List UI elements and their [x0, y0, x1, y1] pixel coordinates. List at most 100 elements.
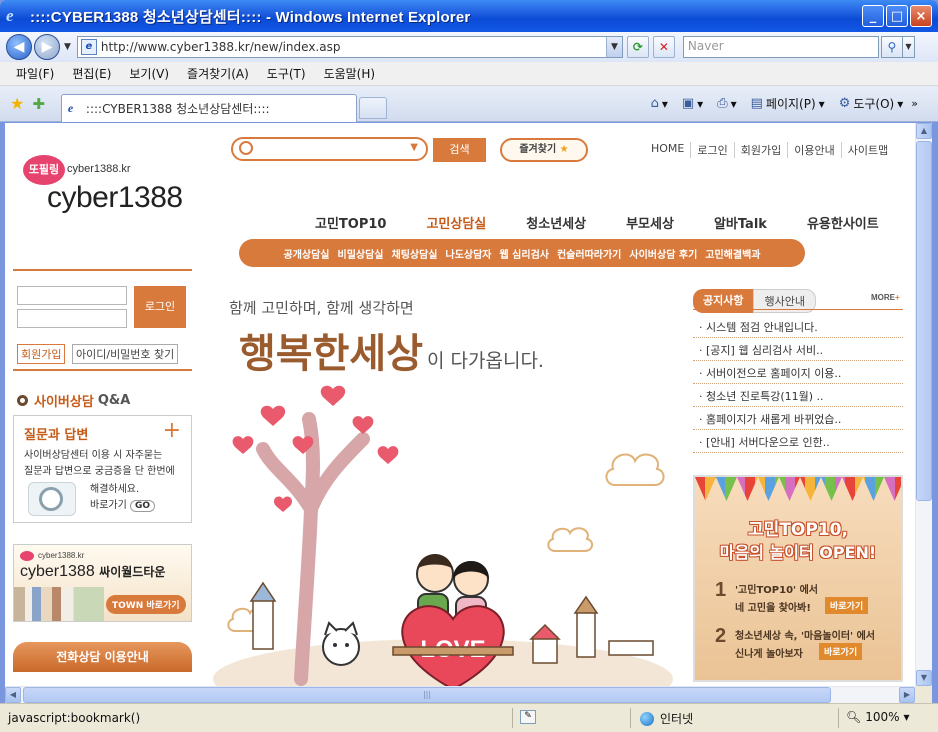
page-menu-button[interactable]: ▤ 페이지(P) ▾: [751, 95, 825, 112]
chevron-down-icon[interactable]: ▼: [410, 142, 418, 153]
password-input[interactable]: [17, 309, 127, 328]
history-dropdown-icon[interactable]: ▼: [64, 42, 71, 52]
list-item[interactable]: · 서버이전으로 홈페이지 이용..: [693, 361, 903, 384]
address-bar: ◀ ▶ ▼ e http://www.cyber1388.kr/new/inde…: [0, 32, 938, 62]
scroll-left-icon[interactable]: ◀: [5, 687, 21, 703]
add-favorites-icon[interactable]: ✚: [32, 95, 45, 113]
site-search-button[interactable]: 검색: [433, 138, 486, 162]
favorites-star-icon[interactable]: ★: [10, 94, 24, 113]
login-button[interactable]: 로그인: [134, 286, 186, 328]
menu-help[interactable]: 도움말(H): [324, 65, 376, 82]
qa-line2: 질문과 답변으로 궁금증을 단 한번에: [24, 466, 175, 477]
nav-useful-sites[interactable]: 유용한사이트: [807, 213, 879, 232]
menu-file[interactable]: 파일(F): [16, 65, 54, 82]
stop-button[interactable]: ✕: [652, 36, 675, 58]
notice-more-link[interactable]: MORE+: [871, 293, 900, 302]
banner-step1-button[interactable]: 바로가기: [825, 597, 869, 614]
util-login-link[interactable]: 로그인: [690, 142, 733, 158]
join-button[interactable]: 회원가입: [17, 344, 66, 364]
scroll-up-icon[interactable]: ▲: [916, 123, 932, 139]
subnav-solutions[interactable]: 고민해결백과: [705, 246, 760, 261]
subnav-reviews[interactable]: 사이버상담 후기: [629, 246, 697, 261]
top10-open-banner[interactable]: 고민TOP10, 마음의 놀이터 OPEN! 1 '고민TOP10' 에서 네 …: [693, 475, 903, 682]
nav-counseling[interactable]: 고민상담실: [426, 213, 486, 232]
browser-search-button[interactable]: ⚲: [880, 36, 903, 58]
qa-go-link[interactable]: 바로가기 GO: [90, 496, 156, 512]
tab-cyber1388[interactable]: e ::::CYBER1388 청소년상담센터::::: [60, 93, 357, 122]
security-zone[interactable]: 인터넷: [640, 710, 693, 727]
list-item[interactable]: · [공지] 웹 심리검사 서비..: [693, 338, 903, 361]
notice-title: [공지] 웹 심리검사 서비..: [706, 344, 824, 357]
util-join-link[interactable]: 회원가입: [733, 142, 787, 158]
util-home-link[interactable]: HOME: [651, 142, 690, 158]
util-guide-link[interactable]: 이용안내: [787, 142, 840, 158]
subnav-chat[interactable]: 채팅상담실: [392, 246, 438, 261]
qa-section-title: 사이버상담 Q&A: [17, 391, 130, 410]
url-field[interactable]: e http://www.cyber1388.kr/new/index.asp …: [76, 36, 623, 58]
find-account-button[interactable]: 아이디/비밀번호 찾기: [72, 344, 179, 364]
notice-list: · 시스템 점검 안내입니다. · [공지] 웹 심리검사 서비.. · 서버이…: [693, 315, 903, 453]
nav-parent-world[interactable]: 부모세상: [626, 213, 674, 232]
star-icon: ★: [559, 144, 569, 155]
subnav-follow-counselor[interactable]: 컨슬러따라가기: [557, 246, 621, 261]
feeds-button[interactable]: ▣ ▾: [682, 96, 703, 111]
vertical-scrollbar[interactable]: ▲ ▼: [915, 123, 932, 686]
page-icon: e: [80, 39, 97, 55]
search-provider-dropdown-icon[interactable]: ▼: [902, 36, 915, 58]
maximize-button[interactable]: □: [886, 5, 908, 27]
site-search-input[interactable]: ▼: [231, 137, 428, 161]
list-item[interactable]: · 시스템 점검 안내입니다.: [693, 315, 903, 338]
subnav-public[interactable]: 공개상담실: [284, 246, 330, 261]
print-button[interactable]: ⎙ ▾: [717, 96, 736, 111]
site-logo[interactable]: 또필링 cyber1388.kr cyber1388: [21, 155, 201, 225]
url-dropdown-icon[interactable]: ▼: [605, 37, 622, 57]
url-text[interactable]: http://www.cyber1388.kr/new/index.asp: [101, 40, 606, 54]
status-separator: [512, 708, 513, 728]
menu-view[interactable]: 보기(V): [129, 65, 169, 82]
zoom-control[interactable]: 🔍︎ 100% ▾: [846, 710, 910, 724]
browser-search-input[interactable]: Naver: [682, 36, 879, 58]
phone-counsel-button[interactable]: 전화상담 이용안내: [13, 642, 192, 672]
vertical-scroll-thumb[interactable]: [916, 141, 932, 501]
home-button[interactable]: ⌂ ▾: [651, 96, 668, 111]
plus-icon[interactable]: +: [163, 418, 181, 443]
town-banner[interactable]: cyber1388.kr cyber1388 싸이월드타운 TOWN 바로가기: [13, 544, 192, 622]
menu-tools[interactable]: 도구(T): [267, 65, 306, 82]
chevron-right-icon[interactable]: »: [911, 97, 918, 110]
list-item[interactable]: · 홈페이지가 새롭게 바뀌었습..: [693, 407, 903, 430]
favorites-button[interactable]: 즐겨찾기 ★: [500, 138, 588, 162]
qa-box[interactable]: 질문과 답변 + 사이버상담센터 이용 시 자주묻는 질문과 답변으로 궁금증을…: [13, 415, 192, 523]
util-sitemap-link[interactable]: 사이트맵: [840, 142, 894, 158]
banner-step2-button[interactable]: 바로가기: [819, 643, 863, 660]
main-nav: 고민TOP10 고민상담실 청소년세상 부모세상 알바Talk 유용한사이트: [315, 213, 915, 232]
qa-box-heading: 질문과 답변: [24, 428, 89, 443]
list-item[interactable]: · [안내] 서버다운으로 인한..: [693, 430, 903, 453]
banner-step2-line1: 청소년세상 속, '마음놀이터' 에서: [735, 631, 875, 642]
login-divider-bottom: [13, 369, 192, 371]
subnav-private[interactable]: 비밀상담실: [338, 246, 384, 261]
login-divider-top: [13, 269, 192, 271]
close-button[interactable]: ×: [910, 5, 932, 27]
refresh-button[interactable]: ⟳: [626, 36, 649, 58]
list-item[interactable]: · 청소년 진로특강(11월) ..: [693, 384, 903, 407]
menu-favorites[interactable]: 즐겨찾기(A): [187, 65, 249, 82]
minimize-button[interactable]: _: [862, 5, 884, 27]
banner-step1-line1: '고민TOP10' 에서: [735, 585, 818, 596]
scroll-right-icon[interactable]: ▶: [899, 687, 915, 703]
subnav-web-test[interactable]: 웹 심리검사: [500, 246, 549, 261]
nav-alba-talk[interactable]: 알바Talk: [714, 213, 767, 232]
forward-button[interactable]: ▶: [34, 34, 60, 60]
menu-edit[interactable]: 편집(E): [72, 65, 111, 82]
horizontal-scrollbar[interactable]: ◀ ||| ▶: [5, 686, 915, 703]
hero-illustration: LOVE: [213, 385, 673, 686]
new-tab-button[interactable]: [358, 96, 387, 119]
username-input[interactable]: [17, 286, 127, 305]
horizontal-scroll-thumb[interactable]: |||: [23, 687, 831, 703]
nav-top10[interactable]: 고민TOP10: [315, 213, 386, 232]
nav-youth-world[interactable]: 청소년세상: [526, 213, 586, 232]
town-button[interactable]: TOWN 바로가기: [106, 595, 186, 614]
scroll-down-icon[interactable]: ▼: [916, 670, 932, 686]
subnav-me-counselor[interactable]: 나도상담자: [446, 246, 492, 261]
back-button[interactable]: ◀: [6, 34, 32, 60]
tools-menu-button[interactable]: ⚙ 도구(O) ▾: [839, 95, 904, 112]
